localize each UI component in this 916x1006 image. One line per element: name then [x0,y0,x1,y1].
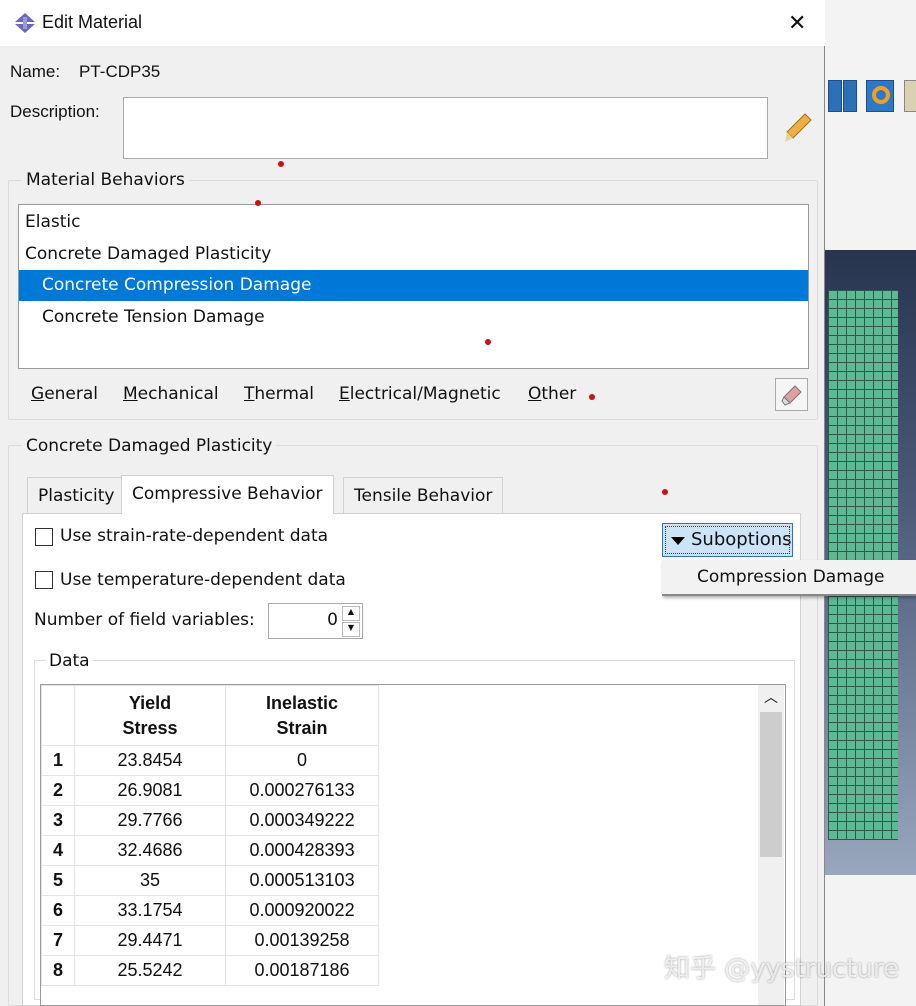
inelastic-strain-cell[interactable]: 0.000276133 [224,775,380,806]
mnemonic: O [528,384,542,404]
table-row[interactable]: 6 33.1754 0.000920022 [41,895,380,926]
data-title: Data [46,651,93,671]
field-variables-stepper[interactable]: 0 ▲ ▼ [268,603,363,639]
corner-cell [41,685,75,746]
table-row[interactable]: 5 35 0.000513103 [41,865,380,896]
table-row[interactable]: 7 29.4471 0.00139258 [41,925,380,956]
table-row[interactable]: 2 26.9081 0.000276133 [41,775,380,806]
field-variables-value: 0 [327,610,338,630]
behavior-item-tension-damage[interactable]: Concrete Tension Damage [19,302,808,333]
behavior-item-elastic[interactable]: Elastic [19,207,808,238]
tab-compressive-behavior[interactable]: Compressive Behavior [121,475,334,514]
strain-rate-checkbox[interactable] [35,528,53,546]
inelastic-strain-cell[interactable]: 0.000920022 [224,895,380,926]
menu-label: lectrical/Magnetic [349,384,501,404]
name-label: Name: [10,62,61,81]
table-row[interactable]: 3 29.7766 0.000349222 [41,805,380,836]
pencil-icon[interactable] [783,112,813,144]
menu-mechanical[interactable]: Mechanical [123,384,219,404]
temperature-checkbox[interactable] [35,571,53,589]
yield-stress-cell[interactable]: 29.7766 [74,805,226,836]
row-number[interactable]: 6 [41,895,75,926]
column-header[interactable]: Yield Stress [74,685,226,746]
menu-label: ther [541,384,577,404]
table-row[interactable]: 4 32.4686 0.000428393 [41,835,380,866]
description-input[interactable] [123,97,768,159]
suboptions-label: Suboptions [691,529,792,550]
window-title: Edit Material [42,12,143,32]
inelastic-strain-cell[interactable]: 0.000428393 [224,835,380,866]
row-number[interactable]: 4 [41,835,75,866]
yield-stress-cell[interactable]: 33.1754 [74,895,226,926]
cdp-title: Concrete Damaged Plasticity [22,436,277,456]
eraser-button[interactable] [775,378,808,411]
inelastic-strain-cell[interactable]: 0.00187186 [224,955,380,986]
background-toolbar [828,80,916,114]
name-value: PT-CDP35 [79,62,161,81]
inelastic-strain-cell[interactable]: 0.00139258 [224,925,380,956]
row-number[interactable]: 5 [41,865,75,896]
inelastic-strain-cell[interactable]: 0.000349222 [224,805,380,836]
toolbar-icon[interactable] [904,80,916,112]
yield-stress-cell[interactable]: 25.5242 [74,955,226,986]
toolbar-icon[interactable] [828,80,842,112]
annotation-dot [278,161,284,167]
material-behaviors-title: Material Behaviors [22,170,189,190]
annotation-dot [662,489,668,495]
row-number[interactable]: 1 [41,745,75,776]
inelastic-strain-cell[interactable]: 0.000513103 [224,865,380,896]
behavior-item-cdp[interactable]: Concrete Damaged Plasticity [19,239,808,270]
description-label: Description: [10,102,100,121]
column-header[interactable]: Inelastic Strain [224,685,380,746]
menu-label: eneral [44,384,99,404]
scrollbar-thumb[interactable] [760,712,782,857]
row-number[interactable]: 8 [41,955,75,986]
mnemonic: E [339,384,350,404]
annotation-dot [485,339,491,345]
suboptions-button[interactable]: Suboptions [662,523,793,557]
behavior-item-compression-damage[interactable]: Concrete Compression Damage [19,270,808,301]
toolbar-icon[interactable] [866,80,894,112]
table-row[interactable]: 1 23.8454 0 [41,745,380,776]
row-number[interactable]: 7 [41,925,75,956]
yield-stress-cell[interactable]: 23.8454 [74,745,226,776]
behaviors-list[interactable]: Elastic Concrete Damaged Plasticity Conc… [18,204,809,369]
inelastic-strain-cell[interactable]: 0 [224,745,380,776]
close-icon[interactable]: ✕ [788,10,806,36]
row-number[interactable]: 3 [41,805,75,836]
menu-general[interactable]: General [31,384,98,404]
mnemonic: G [31,384,45,404]
annotation-dot [589,394,595,400]
menu-electrical-magnetic[interactable]: Electrical/Magnetic [339,384,501,404]
triangle-down-icon [671,537,685,545]
yield-stress-cell[interactable]: 32.4686 [74,835,226,866]
watermark: 知乎 @yystructure [664,954,900,984]
field-variables-label: Number of field variables: [34,610,255,630]
app-icon [15,13,35,33]
table-row[interactable]: 8 25.5242 0.00187186 [41,955,380,986]
menu-other[interactable]: Other [528,384,576,404]
suboptions-menu-compression-damage[interactable]: Compression Damage [662,560,916,596]
tab-tensile-behavior[interactable]: Tensile Behavior [343,477,504,513]
eraser-icon [781,385,802,406]
menu-label: echanical [137,384,219,404]
spin-down-icon[interactable]: ▼ [342,622,360,637]
tab-plasticity[interactable]: Plasticity [27,477,126,513]
menu-thermal[interactable]: Thermal [244,384,314,404]
annotation-dot [255,200,261,206]
scroll-up-icon[interactable]: ︿ [764,687,778,707]
yield-stress-cell[interactable]: 35 [74,865,226,896]
toolbar-icon[interactable] [843,80,857,112]
menu-label: hermal [254,384,315,404]
edit-material-dialog: Edit Material ✕ Name: PT-CDP35 Descripti… [0,0,825,1006]
temperature-label: Use temperature-dependent data [60,570,346,590]
strain-rate-label: Use strain-rate-dependent data [60,526,329,546]
mnemonic: M [123,384,138,404]
spin-up-icon[interactable]: ▲ [342,606,360,621]
yield-stress-cell[interactable]: 26.9081 [74,775,226,806]
row-number[interactable]: 2 [41,775,75,806]
yield-stress-cell[interactable]: 29.4471 [74,925,226,956]
mnemonic: T [244,384,255,404]
